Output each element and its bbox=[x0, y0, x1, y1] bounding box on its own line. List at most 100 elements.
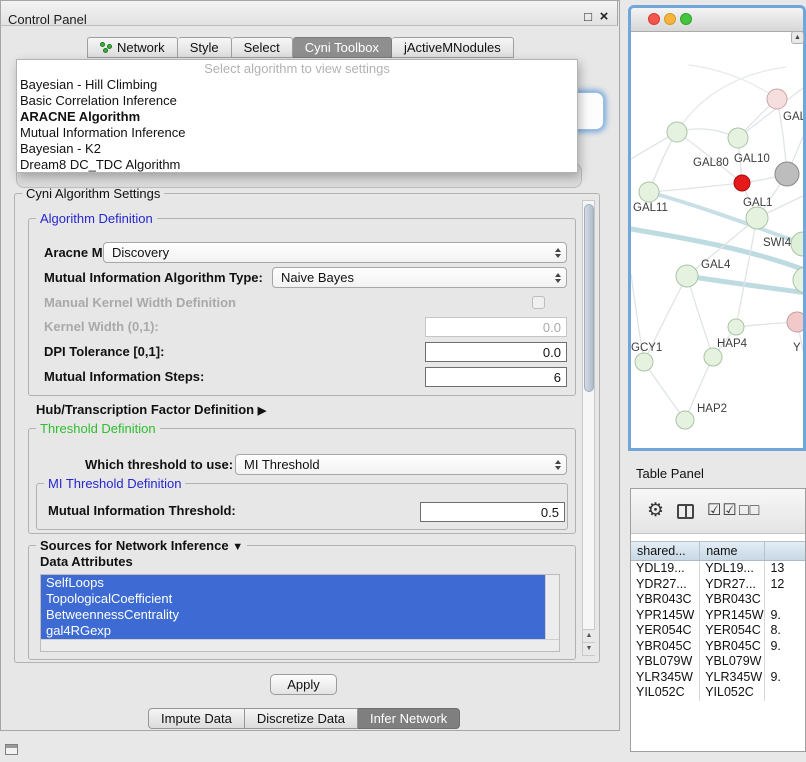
dropdown-item[interactable]: Bayesian - K2 bbox=[17, 141, 577, 157]
table-row[interactable]: YER054CYER054C8. bbox=[631, 623, 805, 639]
mi-steps-field[interactable] bbox=[425, 367, 567, 387]
edge[interactable] bbox=[649, 183, 742, 192]
dropdown-item[interactable]: Basic Correlation Inference bbox=[17, 93, 577, 109]
list-vertical-scrollbar[interactable] bbox=[545, 575, 559, 639]
float-window-icon[interactable]: □ bbox=[581, 10, 595, 24]
hub-section-toggle[interactable]: Hub/Transcription Factor Definition ▶ bbox=[36, 399, 266, 421]
which-threshold-select[interactable]: MI Threshold bbox=[235, 454, 567, 475]
table-cell: YIL052C bbox=[700, 685, 765, 701]
tab-select[interactable]: Select bbox=[232, 37, 293, 58]
node[interactable] bbox=[728, 319, 744, 335]
attribute-item[interactable]: gal4RGexp bbox=[41, 623, 545, 639]
algorithm-definition-title: Algorithm Definition bbox=[36, 211, 157, 226]
table-cell: 9. bbox=[765, 639, 805, 655]
tab-label: Cyni Toolbox bbox=[305, 40, 379, 55]
combo-value: Discovery bbox=[104, 243, 550, 262]
restore-panel-icon[interactable] bbox=[5, 744, 18, 755]
tab-network[interactable]: Network bbox=[87, 37, 178, 58]
scroll-up-arrow[interactable]: ▲ bbox=[583, 629, 595, 642]
column-header[interactable]: name bbox=[700, 542, 765, 560]
tab-cyni-toolbox[interactable]: Cyni Toolbox bbox=[293, 37, 392, 58]
node[interactable] bbox=[787, 312, 803, 332]
traffic-zoom-icon[interactable] bbox=[680, 13, 692, 25]
list-horizontal-scrollbar[interactable] bbox=[41, 639, 559, 651]
attribute-item[interactable]: TopologicalCoefficient bbox=[41, 591, 545, 607]
attribute-item[interactable]: BetweennessCentrality bbox=[41, 607, 545, 623]
bottom-tab-infer-network[interactable]: Infer Network bbox=[358, 708, 460, 729]
table-cell: YBR045C bbox=[700, 639, 765, 655]
bottom-tab-impute-data[interactable]: Impute Data bbox=[148, 708, 245, 729]
kernel-width-field[interactable] bbox=[425, 317, 567, 337]
table-row[interactable]: YBL079WYBL079W bbox=[631, 654, 805, 670]
columns-icon[interactable] bbox=[677, 504, 694, 519]
column-header[interactable]: shared... bbox=[631, 542, 700, 560]
sources-title: Sources for Network Inference bbox=[40, 538, 229, 553]
settings-scrollbar[interactable]: ▲ ▼ bbox=[582, 200, 595, 656]
unchecked-boxes-icon[interactable]: □□ bbox=[739, 502, 760, 520]
sources-toggle[interactable]: Sources for Network Inference ▼ bbox=[36, 538, 247, 553]
gear-icon[interactable]: ⚙ bbox=[647, 502, 664, 520]
dropdown-item[interactable]: Dream8 DC_TDC Algorithm bbox=[17, 157, 577, 173]
node[interactable] bbox=[676, 411, 694, 429]
apply-button[interactable]: Apply bbox=[270, 674, 337, 695]
manual-kernel-checkbox[interactable] bbox=[532, 296, 545, 309]
dropdown-item[interactable]: ARACNE Algorithm bbox=[17, 109, 577, 125]
edge[interactable] bbox=[736, 218, 757, 327]
table-row[interactable]: YIL052CYIL052C bbox=[631, 685, 805, 701]
dpi-tolerance-label: DPI Tolerance [0,1]: bbox=[44, 341, 164, 363]
view-corner-button[interactable]: ▲ bbox=[791, 31, 804, 44]
dropdown-item[interactable]: Bayesian - Hill Climbing bbox=[17, 77, 577, 93]
control-panel-titlebar[interactable] bbox=[0, 0, 618, 26]
node[interactable] bbox=[791, 232, 803, 256]
table-row[interactable]: YPR145WYPR145W9. bbox=[631, 608, 805, 624]
tab-label: Network bbox=[117, 40, 165, 55]
table-row[interactable]: YDL19...YDL19...13 bbox=[631, 561, 805, 577]
algorithm-dropdown: Select algorithm to view settingsBayesia… bbox=[16, 59, 578, 173]
node[interactable] bbox=[728, 128, 748, 148]
node[interactable] bbox=[704, 348, 722, 366]
node[interactable] bbox=[734, 175, 750, 191]
checked-boxes-icon[interactable]: ☑☑ bbox=[707, 502, 738, 520]
node[interactable] bbox=[676, 265, 698, 287]
dpi-tolerance-field[interactable] bbox=[425, 342, 567, 362]
scrollbar-thumb[interactable] bbox=[584, 204, 594, 392]
attribute-item[interactable]: SelfLoops bbox=[41, 575, 545, 591]
traffic-close-icon[interactable] bbox=[648, 13, 660, 25]
tab-label: jActiveMNodules bbox=[404, 40, 501, 55]
node[interactable] bbox=[667, 122, 687, 142]
node[interactable] bbox=[767, 89, 787, 109]
traffic-minimize-icon[interactable] bbox=[664, 13, 676, 25]
table-cell: YLR345W bbox=[631, 670, 700, 686]
node[interactable] bbox=[639, 182, 659, 202]
node[interactable] bbox=[635, 353, 653, 371]
edge[interactable] bbox=[644, 362, 685, 420]
table-row[interactable]: YBR043CYBR043C bbox=[631, 592, 805, 608]
mi-threshold-field[interactable] bbox=[420, 502, 565, 522]
column-header[interactable] bbox=[765, 542, 805, 560]
table-row[interactable]: YLR345WYLR345W9. bbox=[631, 670, 805, 686]
dropdown-item[interactable]: Mutual Information Inference bbox=[17, 125, 577, 141]
scroll-down-arrow[interactable]: ▼ bbox=[583, 642, 595, 655]
tab-jactivemnodules[interactable]: jActiveMNodules bbox=[392, 37, 514, 58]
node-label-Y: Y bbox=[793, 342, 801, 354]
bottom-tab-discretize-data[interactable]: Discretize Data bbox=[245, 708, 358, 729]
network-canvas[interactable]: GAL80GAL10GALGAL11GAL1SWI4GAL4GCY1HAP4HA… bbox=[631, 31, 803, 449]
mi-threshold-label: Mutual Information Threshold: bbox=[48, 500, 236, 522]
mi-type-select[interactable]: Naive Bayes bbox=[272, 267, 567, 288]
table-cell: YPR145W bbox=[631, 608, 700, 624]
table-cell: YER054C bbox=[631, 623, 700, 639]
close-icon[interactable]: × bbox=[597, 10, 611, 24]
table-cell: YDR27... bbox=[700, 577, 765, 593]
table-row[interactable]: YBR045CYBR045C9. bbox=[631, 639, 805, 655]
node[interactable] bbox=[775, 162, 799, 186]
data-attributes-list: SelfLoopsTopologicalCoefficientBetweenne… bbox=[40, 574, 560, 652]
tab-bar: Network StyleSelect Cyni Toolbox jActiveMNo… bbox=[87, 37, 514, 58]
aracne-mode-select[interactable]: Discovery bbox=[103, 242, 567, 263]
network-window-titlebar[interactable] bbox=[631, 8, 803, 32]
table-cell bbox=[765, 685, 805, 701]
table-cell: 8. bbox=[765, 623, 805, 639]
tab-style[interactable]: Style bbox=[178, 37, 232, 58]
edge[interactable] bbox=[687, 276, 713, 357]
table-row[interactable]: YDR27...YDR27...12 bbox=[631, 577, 805, 593]
node[interactable] bbox=[746, 207, 768, 229]
